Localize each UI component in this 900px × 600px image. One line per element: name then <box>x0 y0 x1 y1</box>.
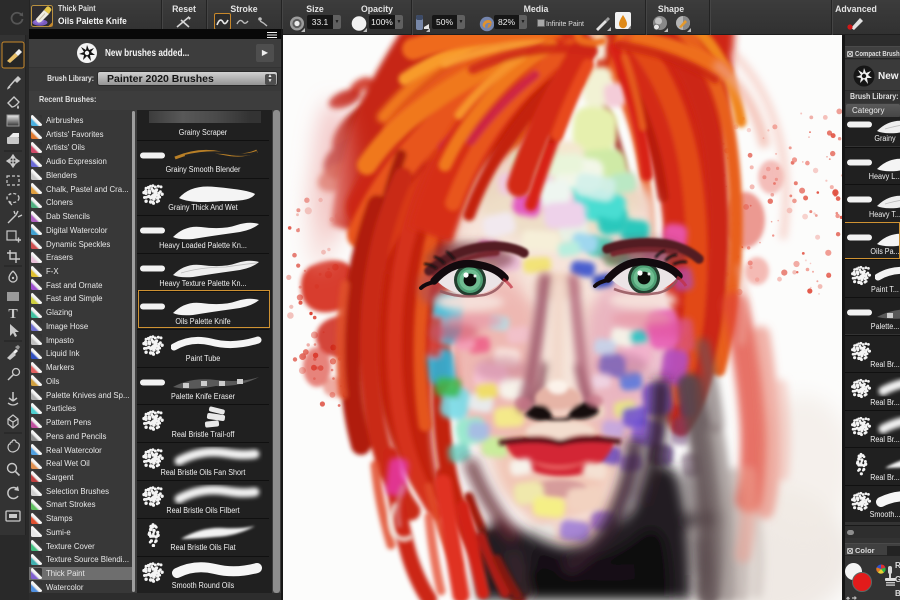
svg-text:T: T <box>8 307 18 322</box>
